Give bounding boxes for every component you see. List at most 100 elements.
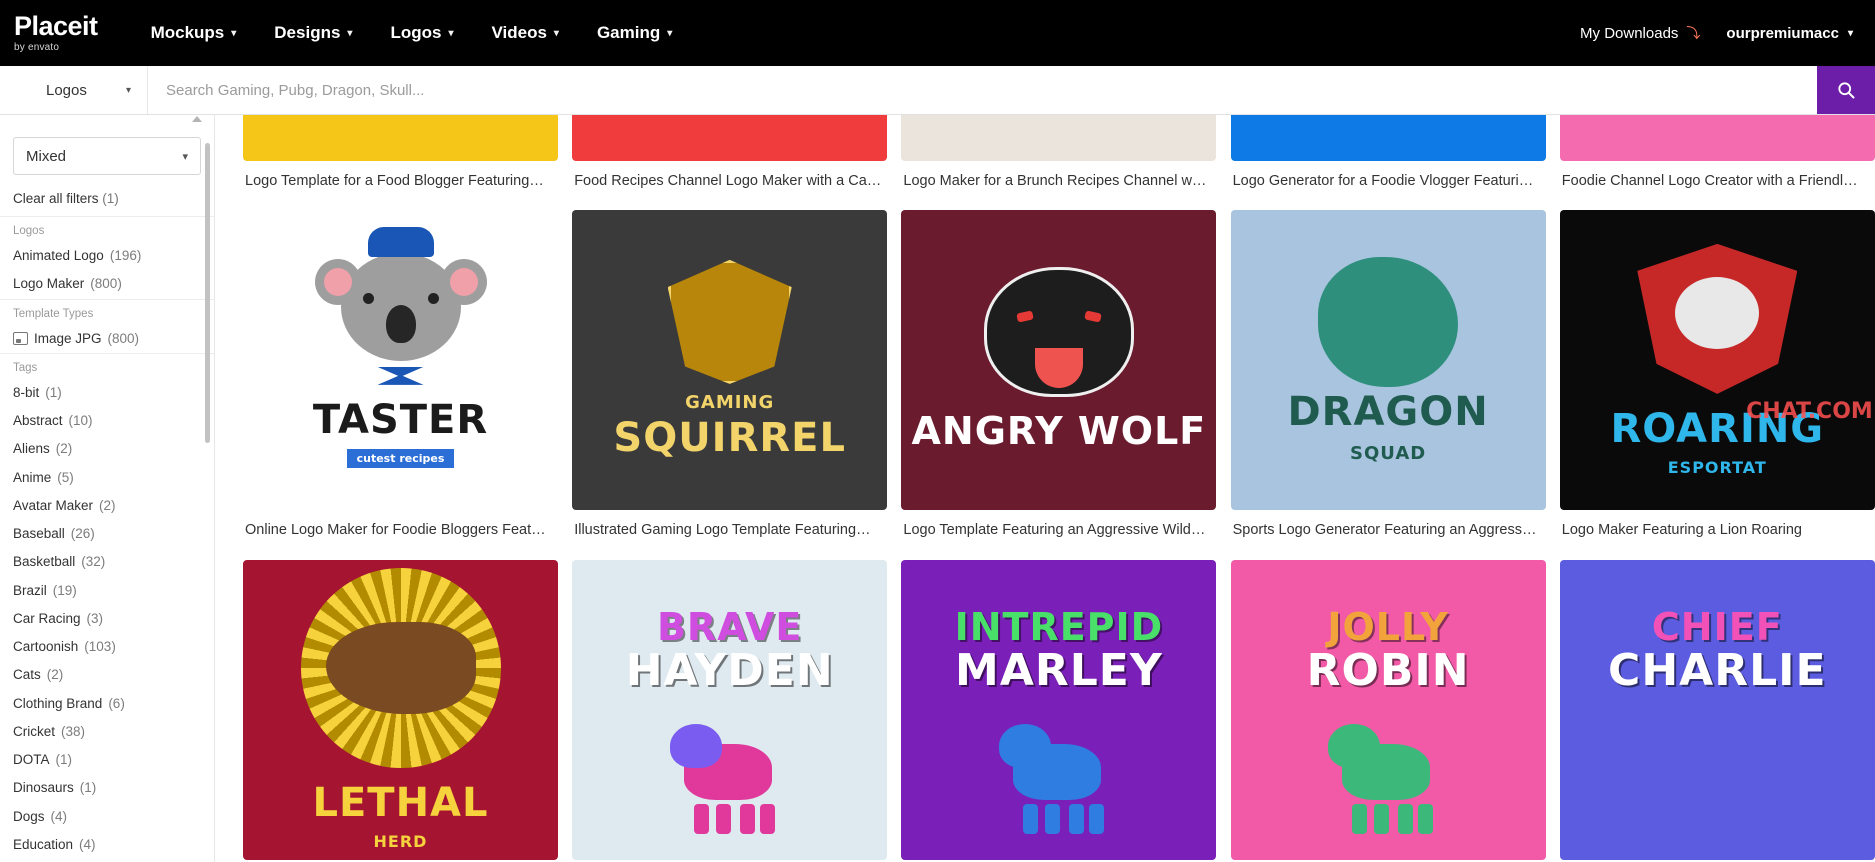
result-thumbnail[interactable]: GAMINGSQUIRREL bbox=[572, 210, 887, 510]
tag-filter-label: Cricket bbox=[13, 722, 55, 742]
result-thumbnail[interactable] bbox=[1560, 115, 1875, 161]
filters-sidebar-inner: Mixed ▾ Clear all filters (1) Logos Anim… bbox=[0, 115, 214, 862]
tag-filter-list: 8-bit(1)Abstract(10)Aliens(2)Anime(5)Ava… bbox=[0, 379, 214, 862]
result-thumbnail[interactable] bbox=[1231, 115, 1546, 161]
sidebar-scrollbar-thumb[interactable] bbox=[205, 143, 210, 443]
nav-item-designs[interactable]: Designs ▾ bbox=[255, 0, 371, 66]
tag-filter-count: (103) bbox=[84, 637, 116, 657]
filter-logo-maker[interactable]: Logo Maker (800) bbox=[0, 270, 214, 298]
result-thumbnail[interactable]: ROARINGESPORTATCHAT.COM bbox=[1560, 210, 1875, 510]
tag-filter-item[interactable]: 8-bit(1) bbox=[0, 379, 214, 407]
result-thumbnail[interactable] bbox=[572, 115, 887, 161]
filter-image-jpg[interactable]: Image JPG (800) bbox=[0, 325, 214, 353]
tag-filter-count: (6) bbox=[108, 694, 125, 714]
result-card[interactable]: CHIEFCHARLIE bbox=[1560, 560, 1875, 860]
result-card[interactable]: BraveHAYDEN bbox=[572, 560, 887, 860]
tag-filter-item[interactable]: Avatar Maker(2) bbox=[0, 492, 214, 520]
result-card[interactable]: IntrepidMARLEY bbox=[901, 560, 1216, 860]
tag-filter-item[interactable]: Cats(2) bbox=[0, 661, 214, 689]
tag-filter-item[interactable]: DOTA(1) bbox=[0, 746, 214, 774]
tag-filter-item[interactable]: Dinosaurs (1) bbox=[0, 774, 214, 802]
result-thumbnail[interactable]: CHIEFCHARLIE bbox=[1560, 560, 1875, 860]
tag-filter-item[interactable]: Abstract(10) bbox=[0, 407, 214, 435]
logo-subtitle: ROBIN bbox=[1307, 645, 1470, 696]
nav-item-videos[interactable]: Videos ▾ bbox=[472, 0, 577, 66]
tag-filter-item[interactable]: Aliens(2) bbox=[0, 435, 214, 463]
result-card[interactable]: Logo Generator for a Foodie Vlogger Feat… bbox=[1231, 115, 1546, 210]
result-card[interactable]: ROARINGESPORTATCHAT.COMLogo Maker Featur… bbox=[1560, 210, 1875, 559]
my-downloads-link[interactable]: My Downloads ⤵ bbox=[1580, 23, 1700, 43]
brand-name: Placeit bbox=[14, 13, 98, 40]
sort-order-select[interactable]: Mixed ▾ bbox=[13, 137, 201, 175]
result-thumbnail[interactable] bbox=[243, 115, 558, 161]
search-submit-button[interactable] bbox=[1817, 66, 1875, 114]
result-thumbnail[interactable]: LETHALHERD bbox=[243, 560, 558, 860]
tag-filter-item[interactable]: Baseball(26) bbox=[0, 520, 214, 548]
tag-filter-item[interactable]: Car Racing(3) bbox=[0, 605, 214, 633]
tag-filter-count: (10) bbox=[69, 411, 93, 431]
logo-subtitle: CHARLIE bbox=[1608, 645, 1827, 696]
logo-title: ANGRY WOLF bbox=[912, 409, 1207, 453]
tag-filter-count: (4) bbox=[51, 807, 68, 827]
result-card[interactable]: GAMINGSQUIRRELIllustrated Gaming Logo Te… bbox=[572, 210, 887, 559]
clear-all-filters-button[interactable]: Clear all filters (1) bbox=[0, 187, 214, 216]
brand-tagline: by envato bbox=[14, 42, 98, 53]
result-card[interactable]: LETHALHERD bbox=[243, 560, 558, 860]
result-card[interactable]: ANGRY WOLF Logo Template Featuring an Agg… bbox=[901, 210, 1216, 559]
sidebar-scrollbar-track[interactable] bbox=[207, 115, 212, 862]
tag-filter-item[interactable]: Dogs(4) bbox=[0, 803, 214, 831]
result-card[interactable]: Foodie Channel Logo Creator with a Frien… bbox=[1560, 115, 1875, 210]
results-row-clipped: Logo Template for a Food Blogger Featuri… bbox=[215, 115, 1875, 210]
result-card[interactable]: DRAGONSQUADSports Logo Generator Featuri… bbox=[1231, 210, 1546, 559]
result-thumbnail[interactable]: ANGRY WOLF bbox=[901, 210, 1216, 510]
result-thumbnail[interactable]: IntrepidMARLEY bbox=[901, 560, 1216, 860]
tag-filter-label: DOTA bbox=[13, 750, 50, 770]
filter-image-jpg-label: Image JPG bbox=[34, 329, 102, 349]
tag-filter-item[interactable]: Education(4) bbox=[0, 831, 214, 859]
account-menu[interactable]: ourpremiumacc ▾ bbox=[1726, 25, 1853, 42]
result-card[interactable]: TASTERcutest recipesOnline Logo Maker fo… bbox=[243, 210, 558, 559]
result-caption: Sports Logo Generator Featuring an Aggre… bbox=[1231, 510, 1546, 559]
tag-filter-item[interactable]: Basketball(32) bbox=[0, 548, 214, 576]
account-label: ourpremiumacc bbox=[1726, 25, 1839, 42]
logo-artwork: JOLLYROBIN bbox=[1231, 560, 1546, 860]
nav-item-videos-label: Videos bbox=[491, 23, 546, 43]
placeit-logo[interactable]: Placeit by envato bbox=[14, 13, 98, 53]
tag-filter-item[interactable]: Cricket(38) bbox=[0, 718, 214, 746]
logo-title: JOLLY bbox=[1327, 605, 1448, 649]
result-thumbnail[interactable]: DRAGONSQUAD bbox=[1231, 210, 1546, 510]
scroll-up-caret-icon[interactable] bbox=[192, 116, 202, 122]
result-caption: Logo Maker for a Brunch Recipes Channel … bbox=[901, 161, 1216, 210]
logo-title: DRAGON bbox=[1287, 389, 1488, 435]
tag-filter-label: Dinosaurs bbox=[13, 778, 74, 798]
tag-filter-count: (4) bbox=[79, 835, 96, 855]
search-input[interactable] bbox=[148, 66, 1817, 114]
tag-filter-item[interactable]: Anime(5) bbox=[0, 464, 214, 492]
tag-filter-item[interactable]: Clothing Brand(6) bbox=[0, 690, 214, 718]
top-bar-right: My Downloads ⤵ ourpremiumacc ▾ bbox=[1580, 23, 1853, 43]
result-card[interactable]: Food Recipes Channel Logo Maker with a C… bbox=[572, 115, 887, 210]
tag-filter-item[interactable]: Brazil(19) bbox=[0, 577, 214, 605]
filters-sidebar: Mixed ▾ Clear all filters (1) Logos Anim… bbox=[0, 115, 215, 862]
chevron-down-icon: ▾ bbox=[182, 150, 188, 163]
logo-title: CHIEF bbox=[1652, 605, 1783, 649]
pony-mascot-illustration bbox=[1657, 710, 1777, 820]
nav-item-mockups[interactable]: Mockups ▾ bbox=[132, 0, 256, 66]
search-category-select[interactable]: Logos ▾ bbox=[0, 66, 148, 114]
nav-item-logos[interactable]: Logos ▾ bbox=[371, 0, 472, 66]
result-thumbnail[interactable]: TASTERcutest recipes bbox=[243, 210, 558, 510]
result-thumbnail[interactable] bbox=[901, 115, 1216, 161]
result-thumbnail[interactable]: JOLLYROBIN bbox=[1231, 560, 1546, 860]
tag-filter-item[interactable]: Cartoonish(103) bbox=[0, 633, 214, 661]
result-card[interactable]: Logo Maker for a Brunch Recipes Channel … bbox=[901, 115, 1216, 210]
logo-artwork: BraveHAYDEN bbox=[572, 560, 887, 860]
result-card[interactable]: Logo Template for a Food Blogger Featuri… bbox=[243, 115, 558, 210]
results-row-three: LETHALHERDBraveHAYDENIntrepidMARLEYJOLLY… bbox=[215, 560, 1875, 860]
result-caption: Logo Template Featuring an Aggressive Wi… bbox=[901, 510, 1216, 559]
tag-filter-count: (1) bbox=[80, 778, 97, 798]
filter-animated-logo[interactable]: Animated Logo (196) bbox=[0, 242, 214, 270]
filter-group-title-tags: Tags bbox=[0, 353, 214, 379]
result-thumbnail[interactable]: BraveHAYDEN bbox=[572, 560, 887, 860]
result-card[interactable]: JOLLYROBIN bbox=[1231, 560, 1546, 860]
nav-item-gaming[interactable]: Gaming ▾ bbox=[578, 0, 691, 66]
